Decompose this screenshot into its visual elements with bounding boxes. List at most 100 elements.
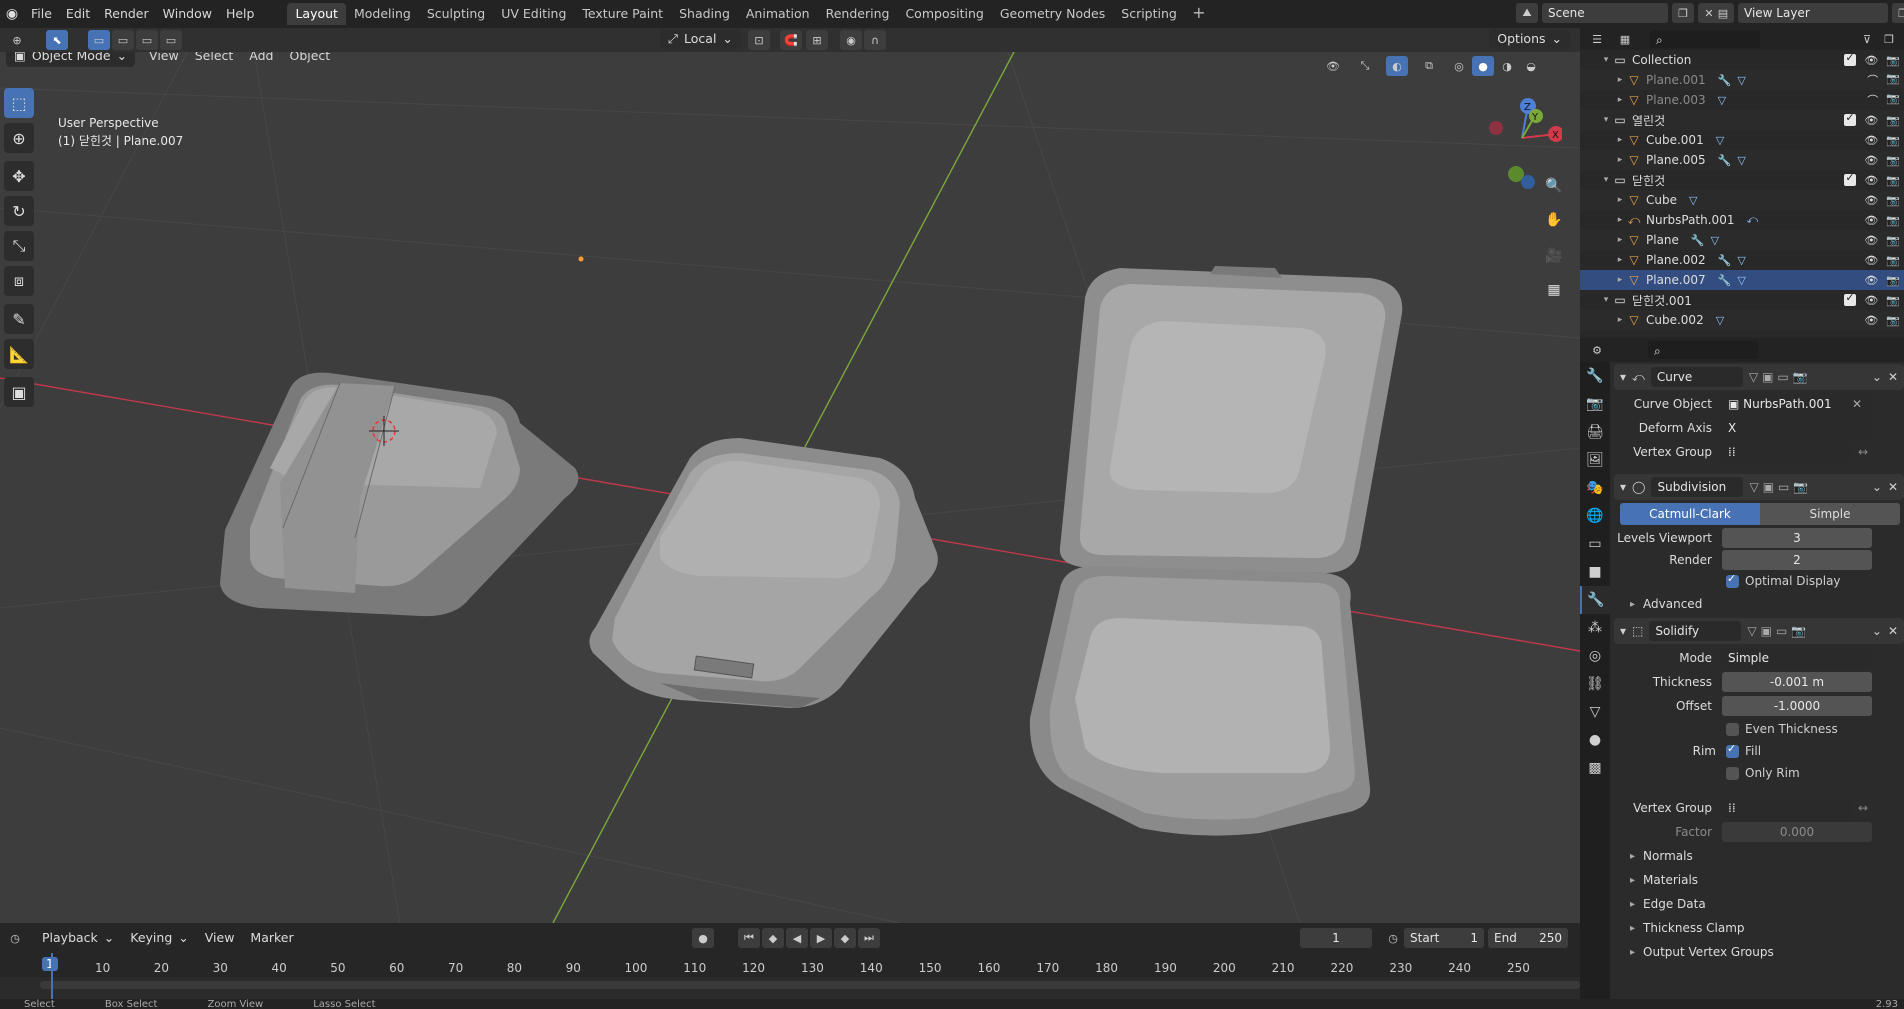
constraints-tab-icon[interactable]: ⛓ (1580, 670, 1610, 698)
eye-icon[interactable]: 👁 (1864, 294, 1878, 307)
workspace-tab-layout[interactable]: Layout (287, 3, 346, 25)
offset-field[interactable]: -1.0000 (1722, 696, 1872, 716)
outliner-row[interactable]: ▸ ▽ Plane.003 ▽ ⌒ 📷 (1580, 90, 1904, 110)
open-container[interactable] (1029, 266, 1403, 836)
expand-arrow-icon[interactable]: ▸ (1614, 135, 1626, 145)
remove-modifier-icon[interactable]: ✕ (1888, 370, 1898, 384)
new-scene-icon[interactable]: ❐ (1672, 3, 1694, 23)
catmull-clark-button[interactable]: Catmull-Clark (1620, 503, 1760, 525)
render-camera-icon[interactable]: 📷 (1886, 194, 1900, 207)
outliner-row[interactable]: ▾▭Collection👁📷 (1580, 50, 1904, 70)
outliner-row[interactable]: ▸ ▽ Cube.002 ▽ 👁 📷 (1580, 310, 1904, 330)
menu-edit[interactable]: Edit (59, 3, 97, 25)
expand-arrow-icon[interactable]: ▸ (1614, 235, 1626, 245)
next-keyframe-icon[interactable]: ◆ (834, 928, 856, 948)
texture-tab-icon[interactable]: ▩ (1580, 754, 1610, 782)
timeline-menu-keying[interactable]: Keying ⌄ (122, 927, 196, 949)
outliner-row[interactable]: ▾▭열린것👁📷 (1580, 110, 1904, 130)
subdivision-modifier-header[interactable]: ▾ ◯ Subdivision ▽▣▭📷 ⌄ ✕ (1614, 474, 1904, 500)
current-frame-field[interactable]: 1 (1300, 928, 1372, 948)
output-tab-icon[interactable]: 🖨 (1580, 418, 1610, 446)
workspace-tab-scripting[interactable]: Scripting (1113, 3, 1185, 25)
timeline-editor-icon[interactable]: ◷ (4, 928, 26, 948)
eye-icon[interactable]: 👁 (1864, 154, 1878, 167)
outliner-row[interactable]: ▾▭닫힌것👁📷 (1580, 170, 1904, 190)
advanced-subpanel[interactable]: Advanced (1614, 592, 1904, 616)
eye-icon[interactable]: 👁 (1864, 234, 1878, 247)
expand-arrow-icon[interactable]: ▸ (1614, 255, 1626, 265)
modifier-tab-icon[interactable]: 🔧 (1580, 586, 1610, 614)
cursor-tool-icon[interactable]: ⊕ (4, 123, 34, 153)
expand-arrow-icon[interactable]: ▸ (1614, 195, 1626, 205)
expand-arrow-icon[interactable]: ▸ (1614, 315, 1626, 325)
render-tab-icon[interactable]: 📷 (1580, 390, 1610, 418)
include-checkbox[interactable] (1844, 51, 1857, 66)
expand-arrow-icon[interactable]: ▸ (1614, 155, 1626, 165)
properties-editor-icon[interactable]: ⚙ (1586, 340, 1608, 360)
add-workspace-button[interactable]: + (1189, 4, 1209, 24)
render-camera-icon[interactable]: 📷 (1886, 92, 1900, 108)
timeline-menu-marker[interactable]: Marker (242, 927, 301, 949)
outliner-row[interactable]: ▸ ▽ Plane.001 🔧▽ ⌒ 📷 (1580, 70, 1904, 90)
modifier-toggle-icons[interactable]: ▽▣▭📷 (1749, 480, 1812, 494)
curve-modifier-header[interactable]: ▾ ⤺ Curve ▽▣▭📷 ⌄ ✕ (1614, 364, 1904, 390)
clear-icon[interactable]: ✕ (1852, 397, 1862, 411)
overlay-toggle-icon[interactable]: ◐ (1386, 56, 1408, 76)
scene-icon[interactable]: ⛰ (1516, 3, 1538, 23)
select-box-tool-icon[interactable]: ⬚ (4, 88, 34, 118)
render-camera-icon[interactable]: 📷 (1886, 214, 1900, 227)
menu-render[interactable]: Render (97, 3, 156, 25)
menu-file[interactable]: File (24, 3, 59, 25)
expand-arrow-icon[interactable]: ▸ (1614, 95, 1626, 105)
subpanel-output-vertex-groups[interactable]: Output Vertex Groups (1614, 940, 1904, 964)
outliner-row[interactable]: ▸ ▽ Plane.005 🔧▽ 👁 📷 (1580, 150, 1904, 170)
eye-icon[interactable]: 👁 (1864, 194, 1878, 207)
modifier-toggle-icons[interactable]: ▽▣▭📷 (1749, 370, 1812, 384)
scale-tool-icon[interactable]: ⤡ (4, 231, 34, 261)
filter-icon[interactable]: ⊽ (1856, 29, 1878, 49)
outliner-row[interactable]: ▸ ▽ Cube ▽ 👁 📷 (1580, 190, 1904, 210)
invert-arrow-icon[interactable]: ↔ (1858, 445, 1868, 459)
expand-arrow-icon[interactable]: ▸ (1614, 215, 1626, 225)
transform-tool-icon[interactable]: ⧈ (4, 266, 34, 296)
timeline-menu-view[interactable]: View (197, 927, 243, 949)
solidify-modifier-header[interactable]: ▾ ⬚ Solidify ▽▣▭📷 ⌄ ✕ (1614, 618, 1904, 644)
pivot-point-icon[interactable]: ⊡ (748, 30, 770, 50)
collection-tab-icon[interactable]: ▭ (1580, 530, 1610, 558)
subtract-selection-icon[interactable]: ▭ (136, 30, 158, 50)
solidify-mode-dropdown[interactable]: Simple (1722, 648, 1872, 668)
jump-start-icon[interactable]: ⏮ (738, 928, 760, 948)
vertex-group-field[interactable]: ⁞⁞ (1722, 442, 1852, 462)
new-collection-icon[interactable]: ❐ (1878, 29, 1900, 49)
pan-hand-icon[interactable]: ✋ (1540, 206, 1568, 234)
editor-type-icon[interactable]: ⊕ (6, 30, 28, 50)
even-thickness-checkbox[interactable] (1726, 722, 1739, 736)
outliner-search-input[interactable]: ⌕ (1650, 30, 1760, 48)
move-tool-icon[interactable]: ✥ (4, 161, 34, 191)
expand-arrow-icon[interactable]: ▸ (1614, 75, 1626, 85)
view-layer-tab-icon[interactable]: 🖼 (1580, 446, 1610, 474)
snap-target-icon[interactable]: ⊞ (806, 30, 828, 50)
render-camera-icon[interactable]: 📷 (1886, 114, 1900, 127)
eye-icon[interactable]: 👁 (1864, 214, 1878, 227)
subdivision-modifier-name[interactable]: Subdivision (1651, 477, 1744, 497)
levels-viewport-field[interactable]: 3 (1722, 528, 1872, 548)
intersect-selection-icon[interactable]: ▭ (160, 30, 182, 50)
render-camera-icon[interactable]: 📷 (1886, 154, 1900, 167)
blender-logo-icon[interactable]: ◉ (0, 0, 24, 28)
transform-orientation-dropdown[interactable]: ⤢ Local ⌄ (660, 29, 741, 49)
eye-icon[interactable]: ⌒ (1867, 72, 1878, 88)
eye-icon[interactable]: ⌒ (1867, 92, 1878, 108)
object-tab-icon[interactable]: ■ (1580, 558, 1610, 586)
render-camera-icon[interactable]: 📷 (1886, 72, 1900, 88)
workspace-tab-shading[interactable]: Shading (671, 3, 738, 25)
material-tab-icon[interactable]: ● (1580, 726, 1610, 754)
deform-axis-dropdown[interactable]: X (1722, 418, 1872, 438)
snap-icon[interactable]: 🧲 (780, 30, 802, 50)
closed-container[interactable] (589, 438, 938, 708)
set-selection-icon[interactable]: ▭ (88, 30, 110, 50)
render-camera-icon[interactable]: 📷 (1886, 134, 1900, 147)
factor-field[interactable]: 0.000 (1722, 822, 1872, 842)
eye-icon[interactable]: 👁 (1864, 54, 1878, 67)
workspace-tab-geometry-nodes[interactable]: Geometry Nodes (992, 3, 1113, 25)
